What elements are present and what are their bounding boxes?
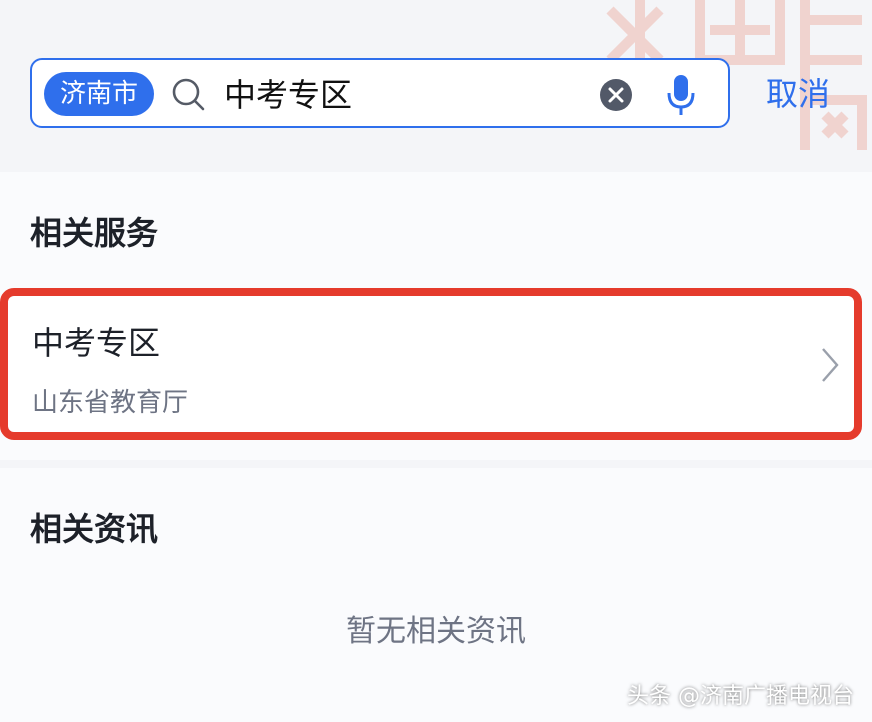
related-news-section: 相关资讯 暂无相关资讯 头条 @济南广播电视台 bbox=[0, 468, 872, 722]
city-selector[interactable]: 济南市 bbox=[44, 72, 154, 116]
result-title: 中考专区 bbox=[32, 324, 161, 362]
microphone-icon[interactable] bbox=[666, 74, 696, 116]
clear-icon[interactable] bbox=[599, 78, 633, 112]
chevron-right-icon bbox=[822, 348, 839, 382]
search-results-page: 济南市 中考专区 取消 相关服务 中考专区 山东省教育厅 相关资讯 暂无相关资讯… bbox=[0, 0, 872, 722]
empty-state-text: 暂无相关资讯 bbox=[346, 614, 526, 649]
search-bar[interactable]: 济南市 中考专区 bbox=[30, 58, 730, 128]
related-services-section: 相关服务 中考专区 山东省教育厅 bbox=[0, 172, 872, 460]
result-subtitle: 山东省教育厅 bbox=[32, 388, 189, 418]
watermark-text: 头条 @济南广播电视台 bbox=[627, 684, 854, 709]
search-input[interactable]: 中考专区 bbox=[224, 74, 352, 116]
search-icon bbox=[172, 78, 205, 111]
service-result-card[interactable]: 中考专区 山东省教育厅 bbox=[0, 288, 862, 440]
section-title: 相关资讯 bbox=[30, 510, 159, 548]
search-header: 济南市 中考专区 取消 bbox=[0, 0, 872, 150]
cancel-button[interactable]: 取消 bbox=[766, 74, 830, 114]
section-title: 相关服务 bbox=[30, 214, 159, 252]
